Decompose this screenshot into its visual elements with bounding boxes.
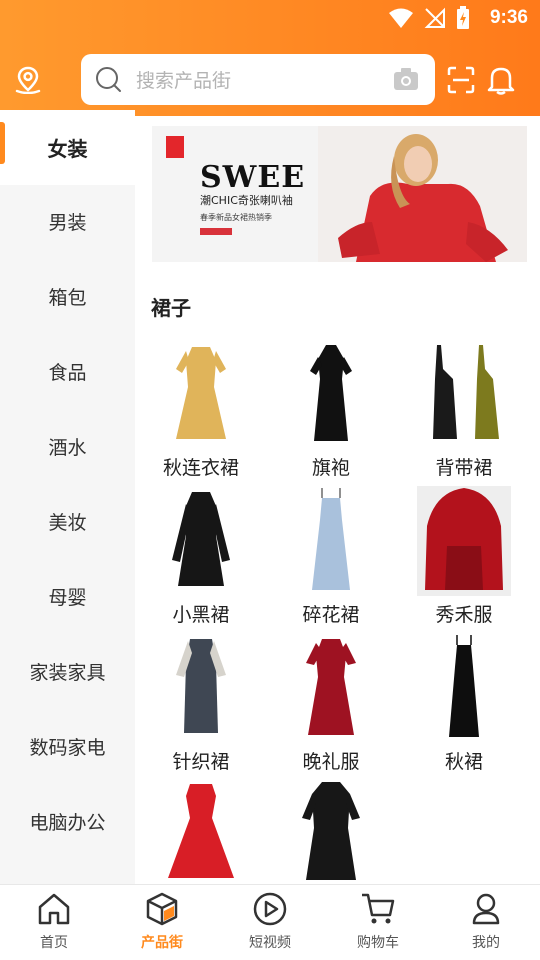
product-image	[449, 635, 479, 737]
sidebar-item-home-furniture[interactable]: 家装家具	[0, 634, 135, 709]
product-item[interactable]: 晚礼服	[272, 633, 390, 778]
banner-tagline: 潮CHIC奇张喇叭袖	[200, 194, 293, 207]
sidebar-item-electronics[interactable]: 数码家电	[0, 709, 135, 784]
nav-home-label: 首页	[40, 935, 68, 951]
product-label: 秋连衣裙	[162, 457, 239, 479]
product-item[interactable]: 秋连衣裙	[142, 339, 260, 484]
banner-cta	[200, 228, 232, 235]
promo-banner[interactable]: SWEE 潮CHIC奇张喇叭袖 春季新品女裙热销季	[152, 126, 527, 262]
product-image	[172, 492, 230, 586]
product-label: 小黑裙	[172, 604, 230, 626]
product-label: 背带裙	[435, 457, 493, 479]
product-item[interactable]: 秀禾服	[405, 486, 523, 631]
product-image	[176, 639, 226, 733]
nav-short-video-label: 短视频	[249, 935, 291, 951]
search-placeholder: 搜索产品街	[136, 70, 232, 92]
location-icon[interactable]	[14, 66, 42, 94]
nav-product-street-label: 产品街	[141, 935, 183, 951]
box-icon	[146, 892, 178, 926]
status-bar: 9:36	[0, 0, 540, 38]
camera-icon[interactable]	[393, 67, 419, 91]
product-item[interactable]: 秋裙	[405, 633, 523, 778]
user-icon	[472, 893, 500, 925]
status-icons	[388, 6, 470, 30]
product-label: 晚礼服	[302, 751, 360, 773]
product-label: 碎花裙	[302, 604, 360, 626]
nav-mine-label: 我的	[472, 935, 500, 951]
product-image	[302, 782, 360, 880]
banner-brand: SWEE	[200, 160, 306, 195]
product-image	[310, 345, 352, 441]
bell-icon[interactable]	[487, 65, 515, 95]
wifi-icon	[389, 8, 413, 28]
product-item[interactable]: 背带裙	[405, 339, 523, 484]
status-time: 9:36	[489, 7, 528, 28]
product-image	[433, 345, 499, 439]
sidebar-item-bags[interactable]: 箱包	[0, 259, 135, 334]
header: 9:36 搜索产品街	[0, 0, 540, 116]
product-image	[306, 639, 356, 735]
product-image	[176, 347, 226, 439]
product-item[interactable]: 碎花裙	[272, 486, 390, 631]
product-item[interactable]: 针织裙	[142, 633, 260, 778]
category-sidebar: 女装 男装 箱包 食品 酒水 美妆 母婴 家装家具 数码家电 电脑办公	[0, 110, 135, 884]
nav-mine[interactable]: 我的	[432, 885, 540, 960]
product-image	[417, 486, 511, 596]
sidebar-item-beauty[interactable]: 美妆	[0, 484, 135, 559]
nav-cart-label: 购物车	[357, 935, 399, 951]
search-icon	[96, 67, 121, 92]
product-image	[312, 488, 350, 590]
nav-home[interactable]: 首页	[0, 885, 108, 960]
cart-icon	[362, 893, 395, 924]
sidebar-item-men[interactable]: 男装	[0, 184, 135, 259]
product-label: 旗袍	[311, 457, 350, 479]
scan-icon[interactable]	[447, 66, 475, 94]
search-input[interactable]: 搜索产品街	[81, 54, 435, 105]
banner-model-image	[318, 126, 527, 262]
home-icon	[38, 893, 70, 925]
sidebar-item-drinks[interactable]: 酒水	[0, 409, 135, 484]
no-signal-icon	[424, 7, 445, 28]
product-image	[168, 784, 234, 878]
nav-cart[interactable]: 购物车	[324, 885, 432, 960]
bottom-nav: 首页 产品街 短视频 购物车 我的	[0, 884, 540, 960]
play-icon	[253, 892, 287, 926]
product-item[interactable]: 旗袍	[272, 339, 390, 484]
product-label: 秀禾服	[435, 604, 493, 626]
product-label: 针织裙	[172, 751, 230, 773]
sidebar-item-computer-office[interactable]: 电脑办公	[0, 784, 135, 859]
product-item[interactable]: 小黑裙	[142, 486, 260, 631]
section-title: 裙子	[151, 296, 191, 320]
brand-logo-tag	[166, 136, 184, 158]
sidebar-item-women[interactable]: 女装	[0, 110, 135, 185]
nav-short-video[interactable]: 短视频	[216, 885, 324, 960]
sidebar-item-food[interactable]: 食品	[0, 334, 135, 409]
banner-subtitle: 春季新品女裙热销季	[200, 213, 272, 222]
battery-charging-icon	[457, 6, 469, 29]
product-label: 秋裙	[444, 751, 483, 773]
nav-product-street[interactable]: 产品街	[108, 885, 216, 960]
sidebar-item-baby[interactable]: 母婴	[0, 559, 135, 634]
